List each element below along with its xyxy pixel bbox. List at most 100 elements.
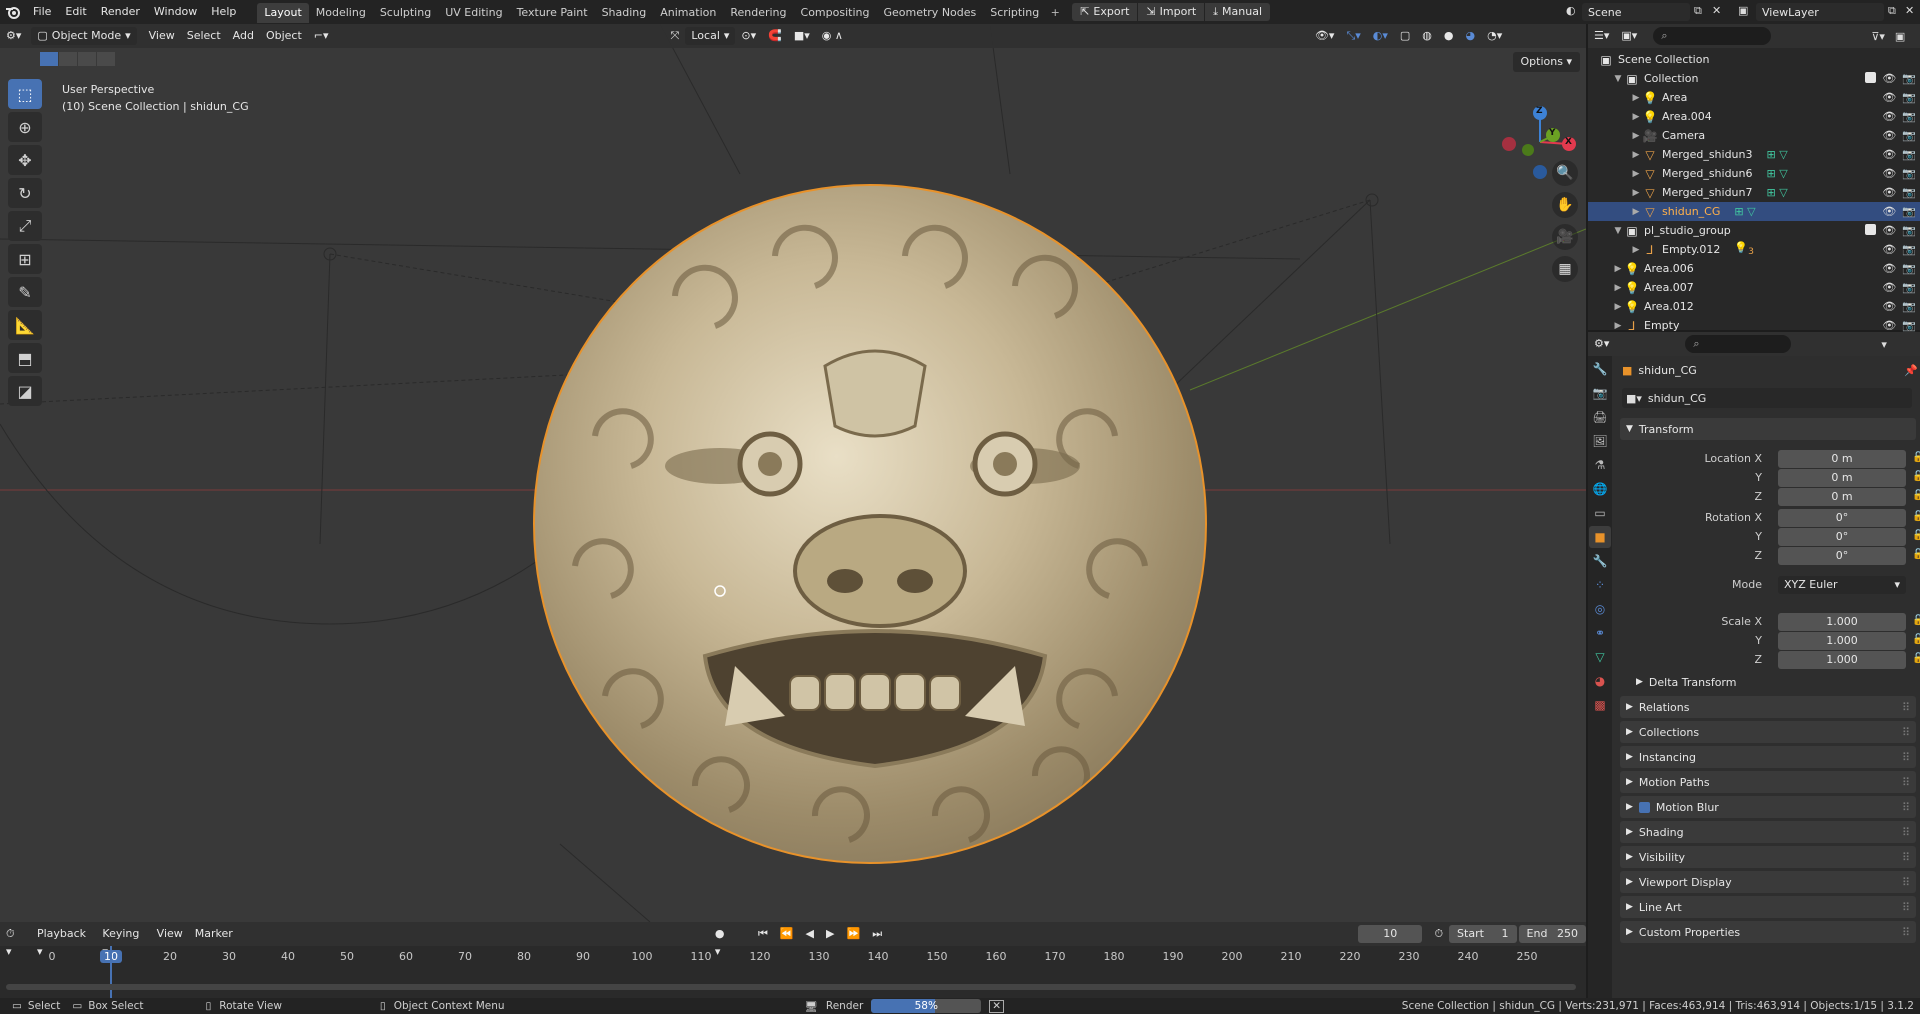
lock-icon[interactable]: 🔓	[1912, 634, 1920, 645]
drag-handle-icon[interactable]: ⠿	[1902, 876, 1910, 889]
cursor-tool-icon[interactable]: ⊕	[8, 112, 42, 142]
pivot-icon[interactable]: ⊙▾	[735, 27, 762, 45]
lock-icon[interactable]: 🔓	[1912, 549, 1920, 560]
copy-scene-icon[interactable]: ⧉	[1694, 4, 1702, 18]
current-frame-field[interactable]: 10	[1358, 925, 1423, 943]
outliner-item[interactable]: ▶ 💡 Area.007 👁 📷	[1588, 278, 1920, 297]
jump-start-icon[interactable]: ⏮	[752, 925, 774, 943]
drag-handle-icon[interactable]: ⠿	[1902, 851, 1910, 864]
render-visibility-icon[interactable]: 📷	[1902, 262, 1916, 275]
import-button[interactable]: ⇲ Import	[1138, 3, 1205, 21]
location-field[interactable]: 0 m	[1778, 469, 1906, 487]
selected-medallion-object[interactable]	[533, 184, 1207, 864]
menu-object[interactable]: Object	[260, 27, 308, 45]
solid-shading-icon[interactable]: ●	[1438, 27, 1460, 45]
eye-icon[interactable]: 👁	[1882, 110, 1896, 123]
panel-header-custom-properties[interactable]: ▶ Custom Properties ⠿	[1620, 921, 1916, 943]
world-tab-icon[interactable]: 🌐	[1589, 478, 1611, 500]
tab-geometry-nodes[interactable]: Geometry Nodes	[876, 3, 983, 23]
lock-icon[interactable]: 🔓	[1912, 511, 1920, 522]
constraints-tab-icon[interactable]: ⚭	[1589, 622, 1611, 644]
expand-right-icon[interactable]: ▶	[1630, 93, 1642, 103]
outliner-editor-type-icon[interactable]: ☰▾	[1588, 27, 1615, 45]
output-tab-icon[interactable]: 🖨	[1589, 406, 1611, 428]
eye-icon[interactable]: 👁	[1882, 319, 1896, 332]
lock-icon[interactable]: 🔓	[1912, 490, 1920, 501]
frame-ruler[interactable]: 0102030405060708090100110120130140150160…	[0, 948, 1586, 968]
blender-logo-icon[interactable]	[0, 0, 26, 24]
outliner-item[interactable]: ▶ 💡 Area.012 👁 📷	[1588, 297, 1920, 316]
render-visibility-icon[interactable]: 📷	[1902, 300, 1916, 313]
preview-range-icon[interactable]: ⏱	[1428, 925, 1449, 943]
menu-keying[interactable]: Keying ▾	[96, 925, 150, 958]
display-mode-icon[interactable]: ▣▾	[1615, 27, 1643, 45]
menu-file[interactable]: File	[26, 0, 58, 24]
outliner-item[interactable]: ▶ 💡 Area.006 👁 📷	[1588, 259, 1920, 278]
snap-target-icon[interactable]: ■▾	[788, 27, 816, 45]
collection-tab-icon[interactable]: ▭	[1589, 502, 1611, 524]
location-field[interactable]: 0 m	[1778, 488, 1906, 506]
playhead[interactable]	[110, 946, 112, 998]
copy-view-layer-icon[interactable]: ⧉	[1888, 4, 1896, 18]
render-visibility-icon[interactable]: 📷	[1902, 129, 1916, 142]
drag-handle-icon[interactable]: ⠿	[1902, 726, 1910, 739]
render-visibility-icon[interactable]: 📷	[1902, 281, 1916, 294]
panel-header-viewport-display[interactable]: ▶ Viewport Display ⠿	[1620, 871, 1916, 893]
zoom-icon[interactable]: 🔍	[1552, 160, 1578, 186]
menu-add[interactable]: Add	[227, 27, 260, 45]
gizmo-icon[interactable]: ⤡▾	[1340, 27, 1366, 45]
transform-orientation-icon[interactable]: ⤧	[665, 27, 686, 45]
mode-selector[interactable]: ▢ Object Mode ▾	[31, 27, 137, 45]
select-new-icon[interactable]	[40, 52, 58, 66]
transform-tool-icon[interactable]: ⊞	[8, 244, 42, 274]
rotate-tool-icon[interactable]: ↻	[8, 178, 42, 208]
pin-icon[interactable]: 📌	[1904, 364, 1918, 377]
tab-scripting[interactable]: Scripting	[983, 3, 1046, 23]
eye-icon[interactable]: 👁	[1882, 224, 1896, 237]
outliner-item[interactable]: ▶ 🎥 Camera 👁 📷	[1588, 126, 1920, 145]
lock-icon[interactable]: 🔓	[1912, 615, 1920, 626]
rotation-field[interactable]: 0°	[1778, 509, 1906, 527]
menu-select[interactable]: Select	[181, 27, 227, 45]
render-visibility-icon[interactable]: 📷	[1902, 243, 1916, 256]
tab-compositing[interactable]: Compositing	[794, 3, 877, 23]
menu-marker[interactable]: Marker	[189, 925, 239, 943]
scene-icon[interactable]: ◐	[1566, 4, 1576, 17]
expand-right-icon[interactable]: ▶	[1630, 131, 1642, 141]
exclude-checkbox[interactable]	[1865, 224, 1877, 235]
particles-tab-icon[interactable]: ⁘	[1589, 574, 1611, 596]
panel-header-visibility[interactable]: ▶ Visibility ⠿	[1620, 846, 1916, 868]
eye-icon[interactable]: 👁	[1882, 129, 1896, 142]
tab-shading[interactable]: Shading	[595, 3, 654, 23]
outliner-item[interactable]: ▶ 💡 Area.004 👁 📷	[1588, 107, 1920, 126]
gpencil-icon[interactable]: ⌐▾	[308, 27, 335, 45]
pan-hand-icon[interactable]: ✋	[1552, 192, 1578, 218]
drag-handle-icon[interactable]: ⠿	[1902, 826, 1910, 839]
motion-blur-checkbox[interactable]	[1638, 801, 1650, 813]
render-visibility-icon[interactable]: 📷	[1902, 91, 1916, 104]
expand-right-icon[interactable]: ▶	[1612, 302, 1624, 312]
outliner-item[interactable]: ▶ ▽ Merged_shidun7 ⊞ ▽ 👁 📷	[1588, 183, 1920, 202]
menu-playback[interactable]: Playback ▾	[31, 925, 96, 958]
tab-animation[interactable]: Animation	[653, 3, 723, 23]
move-tool-icon[interactable]: ✥	[8, 145, 42, 175]
eye-icon[interactable]: 👁	[1882, 281, 1896, 294]
eye-icon[interactable]: 👁	[1882, 262, 1896, 275]
rotation-mode-dropdown[interactable]: XYZ Euler ▾	[1778, 576, 1906, 594]
render-visibility-icon[interactable]: 📷	[1902, 110, 1916, 123]
eye-icon[interactable]: 👁	[1882, 300, 1896, 313]
manual-button[interactable]: ⤓ Manual	[1205, 3, 1271, 21]
eye-icon[interactable]: 👁	[1882, 72, 1896, 85]
play-reverse-icon[interactable]: ◀	[800, 925, 820, 943]
select-intersect-icon[interactable]	[97, 52, 115, 66]
new-collection-icon[interactable]: ▣	[1895, 30, 1905, 43]
eye-icon[interactable]: 👁	[1882, 148, 1896, 161]
outliner-item[interactable]: ▶ ▽ Merged_shidun3 ⊞ ▽ 👁 📷	[1588, 145, 1920, 164]
expand-right-icon[interactable]: ▶	[1630, 112, 1642, 122]
next-keyframe-icon[interactable]: ⏩	[840, 925, 866, 943]
tab-layout[interactable]: Layout	[257, 3, 309, 23]
material-shading-icon[interactable]: ◕	[1460, 27, 1482, 45]
transform-panel-header[interactable]: ▼ Transform	[1620, 418, 1916, 440]
eye-icon[interactable]: 👁	[1882, 186, 1896, 199]
panel-header-collections[interactable]: ▶ Collections ⠿	[1620, 721, 1916, 743]
